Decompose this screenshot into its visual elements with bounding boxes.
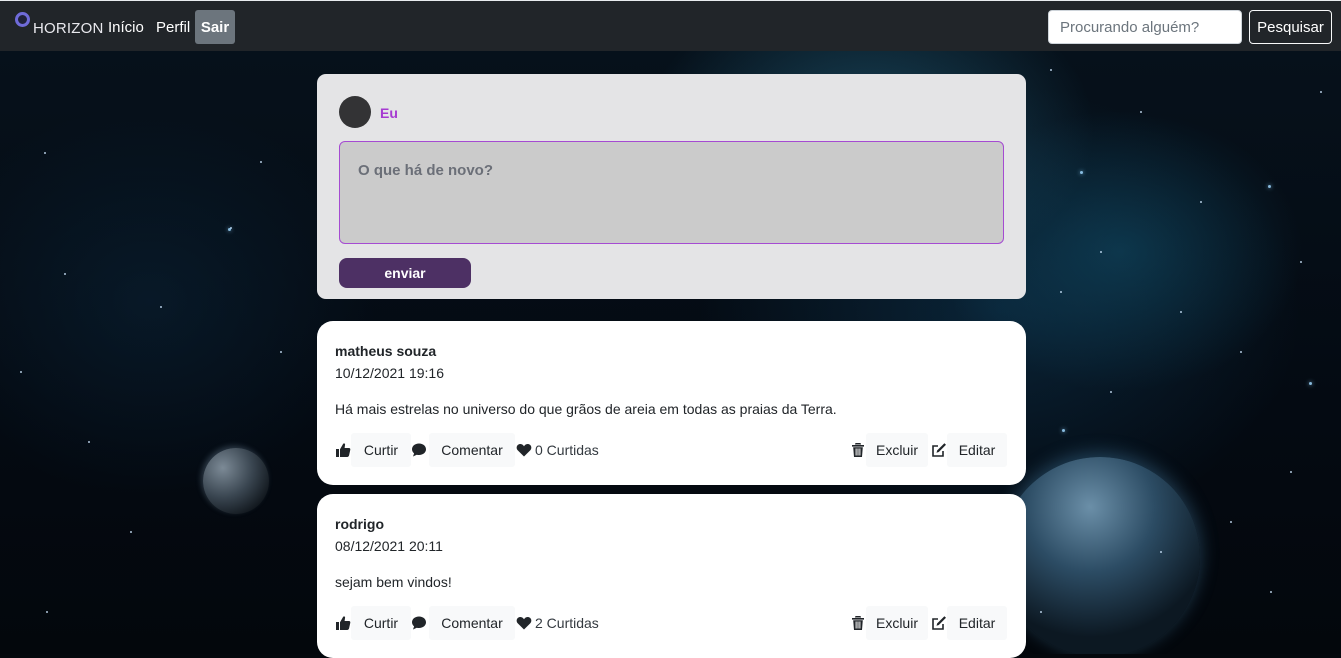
likes-count-label: 0 Curtidas xyxy=(535,442,599,458)
new-post-composer: Eu enviar xyxy=(317,74,1026,299)
post-timestamp: 08/12/2021 20:11 xyxy=(335,538,443,554)
top-navbar: HORIZON Início Perfil Sair Pesquisar xyxy=(0,0,1341,51)
search-input[interactable] xyxy=(1048,10,1242,44)
brand-logo[interactable]: HORIZON xyxy=(15,12,104,40)
send-post-button[interactable]: enviar xyxy=(339,258,471,288)
composer-username: Eu xyxy=(380,105,398,121)
avatar xyxy=(339,96,371,128)
delete-action[interactable]: Excluir xyxy=(850,606,928,640)
likes-count: 0 Curtidas xyxy=(516,433,599,467)
delete-button[interactable]: Excluir xyxy=(866,433,928,467)
comment-action[interactable]: Comentar xyxy=(411,433,515,467)
comment-button[interactable]: Comentar xyxy=(429,606,515,640)
likes-count: 2 Curtidas xyxy=(516,606,599,640)
comment-icon xyxy=(412,616,426,630)
like-button[interactable]: Curtir xyxy=(351,433,411,467)
post-author: rodrigo xyxy=(335,516,384,532)
planet-right xyxy=(1000,457,1200,654)
likes-count-label: 2 Curtidas xyxy=(535,615,599,631)
delete-action[interactable]: Excluir xyxy=(850,433,928,467)
comment-action[interactable]: Comentar xyxy=(411,606,515,640)
post-card: rodrigo 08/12/2021 20:11 sejam bem vindo… xyxy=(317,494,1026,658)
like-button[interactable]: Curtir xyxy=(351,606,411,640)
heart-icon xyxy=(516,443,532,457)
post-text: Há mais estrelas no universo do que grão… xyxy=(335,401,837,417)
orbit-logo-icon xyxy=(15,12,30,27)
trash-icon xyxy=(852,443,864,457)
comment-button[interactable]: Comentar xyxy=(429,433,515,467)
edit-action[interactable]: Editar xyxy=(931,433,1007,467)
comment-icon xyxy=(412,443,426,457)
post-text: sejam bem vindos! xyxy=(335,574,452,590)
nav-link-sair[interactable]: Sair xyxy=(195,10,235,44)
edit-button[interactable]: Editar xyxy=(947,606,1007,640)
nav-link-perfil[interactable]: Perfil xyxy=(156,19,190,36)
nav-link-inicio[interactable]: Início xyxy=(108,19,144,36)
post-card: matheus souza 10/12/2021 19:16 Há mais e… xyxy=(317,321,1026,485)
post-timestamp: 10/12/2021 19:16 xyxy=(335,365,444,381)
trash-icon xyxy=(852,616,864,630)
planet-left xyxy=(203,448,269,514)
edit-icon xyxy=(932,616,946,630)
like-action[interactable]: Curtir xyxy=(335,606,411,640)
brand-name: HORIZON xyxy=(33,19,104,37)
search-button[interactable]: Pesquisar xyxy=(1249,10,1332,44)
thumbs-up-icon xyxy=(336,616,351,630)
edit-action[interactable]: Editar xyxy=(931,606,1007,640)
new-post-textarea[interactable] xyxy=(339,141,1004,244)
thumbs-up-icon xyxy=(336,443,351,457)
like-action[interactable]: Curtir xyxy=(335,433,411,467)
delete-button[interactable]: Excluir xyxy=(866,606,928,640)
post-author: matheus souza xyxy=(335,343,437,359)
edit-button[interactable]: Editar xyxy=(947,433,1007,467)
heart-icon xyxy=(516,616,532,630)
edit-icon xyxy=(932,443,946,457)
